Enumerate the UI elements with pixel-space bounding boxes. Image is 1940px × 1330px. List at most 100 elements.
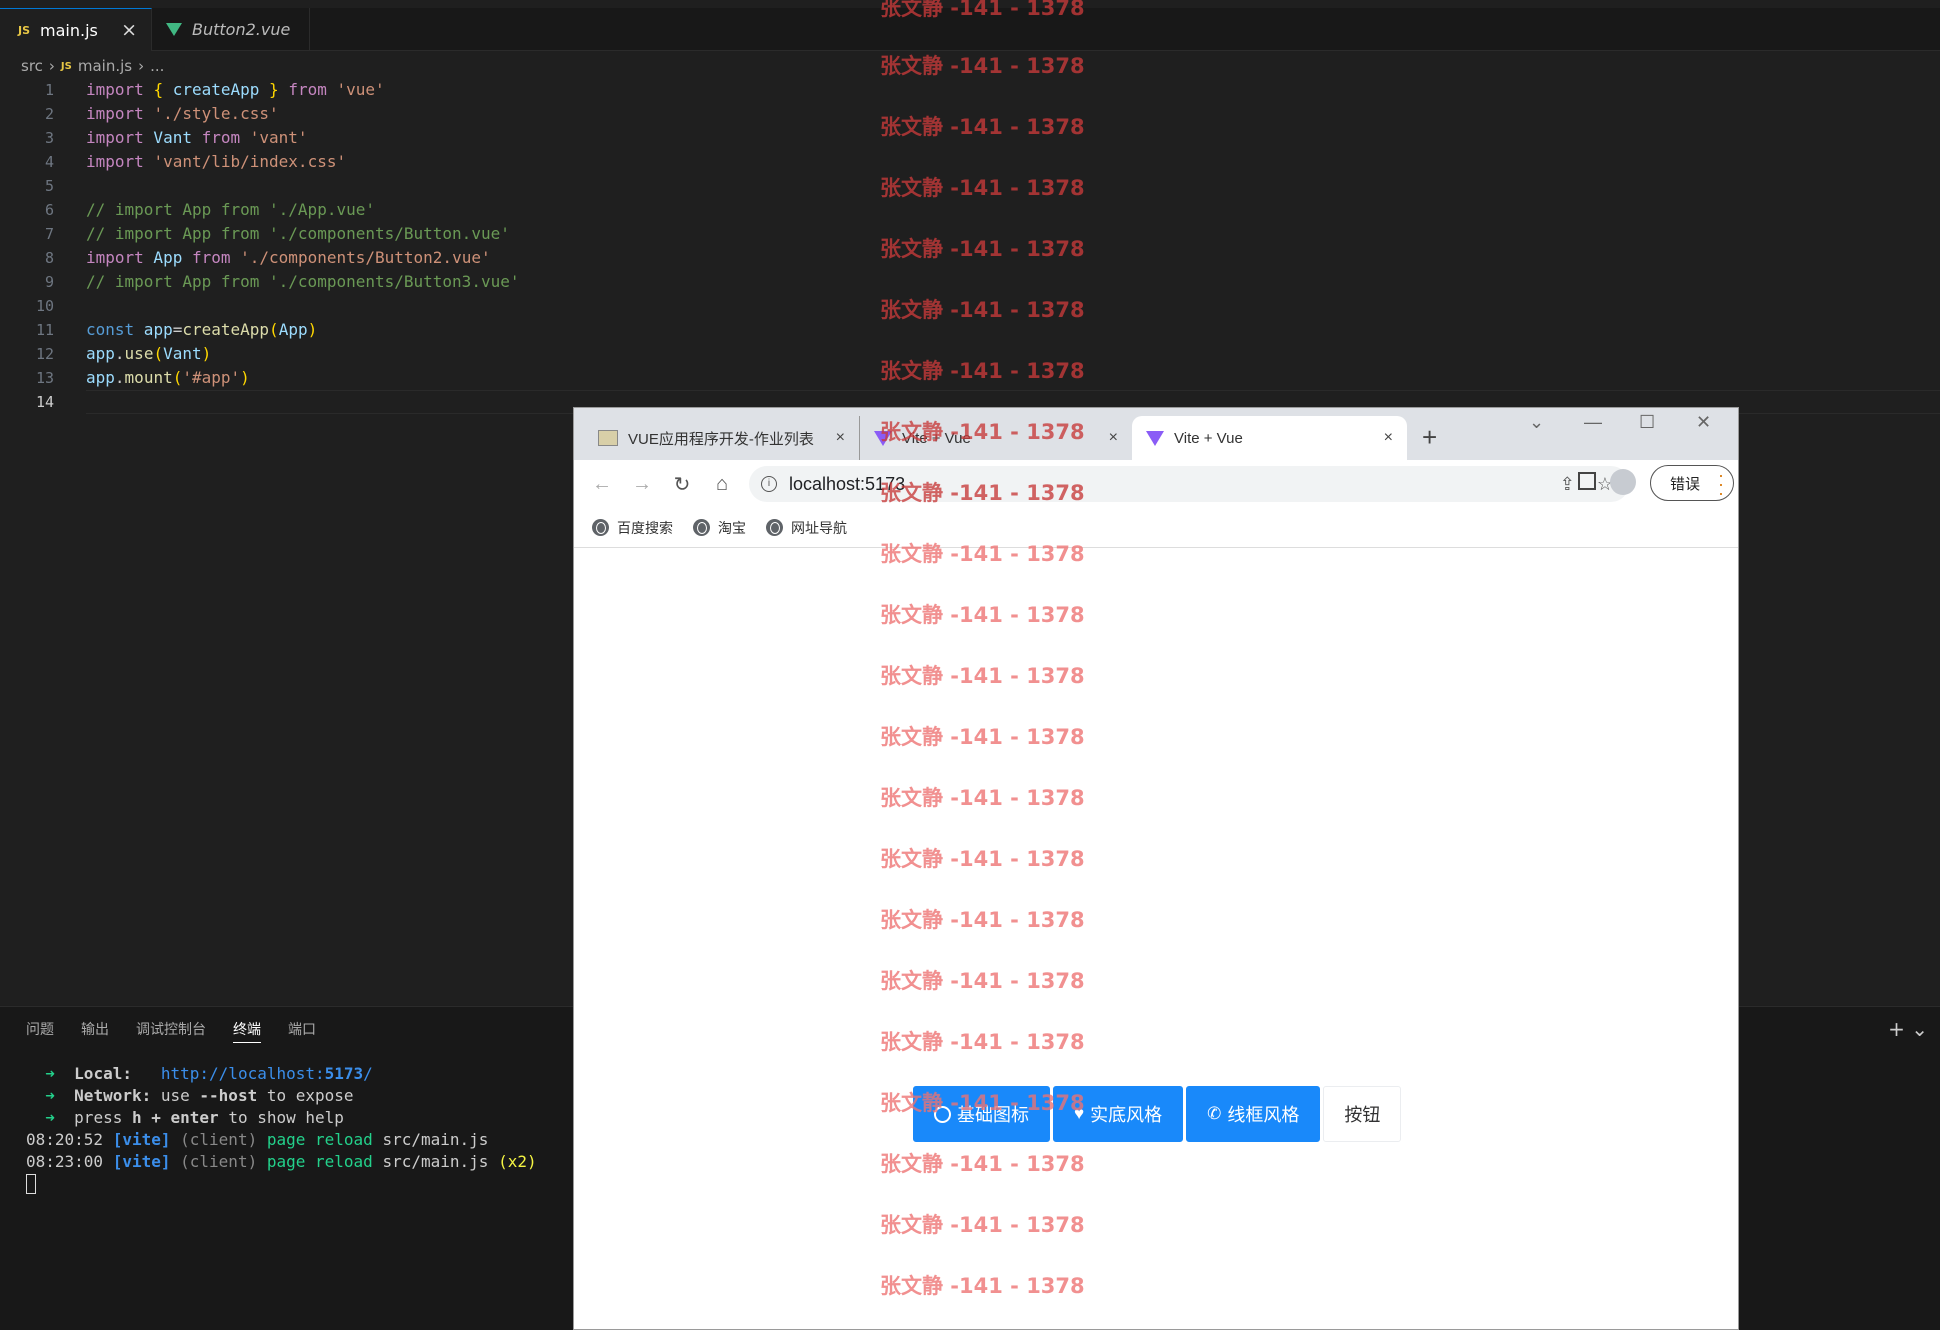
code-line: import { createApp } from 'vue' [86,80,385,99]
vite-icon [1146,430,1164,446]
tab-output[interactable]: 输出 [81,1019,109,1043]
line-number: 6 [44,201,54,219]
bookmark-baidu[interactable]: 百度搜索 [592,518,673,538]
breadcrumb: src › JS main.js › ... [21,56,164,76]
error-button[interactable]: 错误 · · · [1650,465,1734,503]
code-line: app.mount('#app') [86,368,250,387]
breadcrumb-file[interactable]: main.js [78,57,132,75]
watermark-text: 张文静 -141 - 1378 [880,237,1085,261]
globe-icon [766,519,783,536]
watermark-text: 张文静 -141 - 1378 [880,542,1085,566]
watermark-text: 张文静 -141 - 1378 [880,420,1085,444]
code-line: // import App from './components/Button3… [86,272,520,291]
line-number-gutter: 1 2 3 4 5 6 7 8 9 10 11 12 13 14 [0,78,60,414]
bookmark-label: 淘宝 [718,519,746,536]
watermark-text: 张文静 -141 - 1378 [880,847,1085,871]
code-area[interactable]: import { createApp } from 'vue' import '… [86,78,519,414]
line-number: 3 [44,129,54,147]
code-line: import 'vant/lib/index.css' [86,152,347,171]
watermark-text: 张文静 -141 - 1378 [880,1152,1085,1176]
watermark-text: 张文静 -141 - 1378 [880,1274,1085,1298]
code-line: const app=createApp(App) [86,320,318,339]
watermark-text: 张文静 -141 - 1378 [880,1213,1085,1237]
watermark-text: 张文静 -141 - 1378 [880,481,1085,505]
button-label: 实底风格 [1090,1105,1163,1125]
editor-tab-label: Button2.vue [192,20,291,39]
code-line: // import App from './components/Button.… [86,224,510,243]
tab-problems[interactable]: 问题 [26,1019,54,1043]
terminal-line: 08:20:52 [vite] (client) page reload src… [26,1130,489,1149]
watermark-text: 张文静 -141 - 1378 [880,725,1085,749]
terminal-line: ➜ press h + enter to show help [45,1108,344,1127]
profile-avatar-icon[interactable] [1610,469,1636,495]
tab-debug-console[interactable]: 调试控制台 [136,1019,206,1043]
browser-window: VUE应用程序开发-作业列表 × Vite + Vue × Vite + Vue… [573,407,1739,1330]
tab-terminal[interactable]: 终端 [233,1019,261,1043]
maximize-button[interactable]: ☐ [1639,412,1655,433]
watermark-text: 张文静 -141 - 1378 [880,603,1085,627]
minimize-button[interactable]: — [1584,412,1602,433]
close-window-button[interactable]: ✕ [1696,412,1711,433]
js-icon: JS [18,23,31,37]
watermark-text: 张文静 -141 - 1378 [880,664,1085,688]
close-icon[interactable]: × [121,19,137,41]
code-line: import Vant from 'vant' [86,128,308,147]
editor-tab-main-js[interactable]: JS main.js × [0,8,152,51]
close-icon[interactable]: × [836,429,845,447]
tab-search-icon[interactable]: ⌄ [1529,412,1544,433]
new-tab-button[interactable]: + [1422,422,1437,453]
line-number: 13 [35,369,54,387]
browser-tab-label: VUE应用程序开发-作业列表 [628,430,814,448]
terminal-line: 08:23:00 [vite] (client) page reload src… [26,1152,537,1171]
browser-tab-label: Vite + Vue [1174,429,1243,447]
button-label: 按钮 [1344,1105,1381,1125]
terminal-cursor [26,1174,36,1194]
watermark-text: 张文静 -141 - 1378 [880,359,1085,383]
bookmark-nav[interactable]: 网址导航 [766,518,847,538]
vue-icon [166,23,182,36]
browser-tab-homework[interactable]: VUE应用程序开发-作业列表 × [574,416,859,460]
chevron-right-icon: › [138,57,145,75]
add-terminal-button[interactable]: + ⌄ [1888,1017,1928,1041]
editor-tab-button2-vue[interactable]: Button2.vue [152,8,310,51]
line-number: 1 [44,81,54,99]
button-label: 线框风格 [1227,1105,1300,1125]
watermark-text: 张文静 -141 - 1378 [880,1030,1085,1054]
bookmark-label: 百度搜索 [617,519,673,536]
tab-ports[interactable]: 端口 [288,1019,316,1043]
terminal-line: ➜ Local: http://localhost:5173/ [45,1064,373,1083]
plain-button[interactable]: 按钮 [1323,1086,1402,1142]
code-line: // import App from './App.vue' [86,200,375,219]
close-icon[interactable]: × [1384,429,1393,447]
bookmarks-bar: 百度搜索 淘宝 网址导航 [574,508,1738,548]
menu-dots-icon: · · · [1718,465,1724,503]
line-number: 10 [35,297,54,315]
code-line: import './style.css' [86,104,279,123]
side-panel-icon[interactable] [1578,472,1596,490]
line-number: 8 [44,249,54,267]
phone-icon: ✆ [1207,1104,1222,1123]
close-icon[interactable]: × [1109,429,1118,447]
watermark-text: 张文静 -141 - 1378 [880,908,1085,932]
browser-tab-vite-vue-active[interactable]: Vite + Vue × [1132,416,1407,460]
line-number: 7 [44,225,54,243]
favicon-image-icon [598,430,618,446]
editor-tab-label: main.js [40,20,98,40]
breadcrumb-folder[interactable]: src [21,57,43,75]
watermark-text: 张文静 -141 - 1378 [880,298,1085,322]
terminal-line: ➜ Network: use --host to expose [45,1086,354,1105]
bookmark-taobao[interactable]: 淘宝 [693,518,746,538]
chevron-right-icon: › [48,57,55,75]
panel-tabs: 问题 输出 调试控制台 终端 端口 [26,1019,316,1043]
breadcrumb-more[interactable]: ... [150,57,164,75]
watermark-text: 张文静 -141 - 1378 [880,54,1085,78]
line-number: 2 [44,105,54,123]
line-number-current: 14 [35,393,54,411]
outline-style-button[interactable]: ✆ 线框风格 [1186,1086,1321,1142]
js-icon: JS [60,60,72,72]
terminal-output[interactable]: ➜ Local: http://localhost:5173/ ➜ Networ… [26,1063,537,1173]
line-number: 4 [44,153,54,171]
